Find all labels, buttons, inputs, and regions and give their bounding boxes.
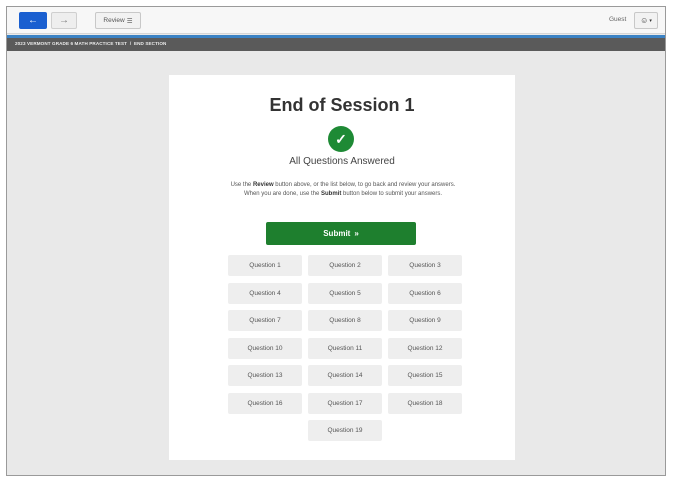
double-chevron-right-icon: » — [354, 229, 359, 238]
question-button[interactable]: Question 9 — [388, 310, 462, 331]
instructions: Use the Review button above, or the list… — [230, 182, 456, 197]
breadcrumb-separator: / — [129, 41, 132, 46]
question-button[interactable]: Question 2 — [308, 255, 382, 276]
app-window: ← → Review ☰ Guest ☺ ▾ 2023 VERMONT GRADE… — [6, 6, 666, 476]
checkmark-icon: ✓ — [328, 126, 354, 152]
forward-button[interactable]: → — [51, 12, 77, 29]
question-button[interactable]: Question 10 — [228, 337, 302, 359]
question-button[interactable]: Question 4 — [228, 282, 302, 304]
question-button[interactable]: Question 1 — [228, 255, 302, 276]
back-button[interactable]: ← — [19, 12, 47, 29]
question-button[interactable]: Question 5 — [308, 282, 382, 304]
question-button[interactable]: Question 19 — [308, 420, 382, 441]
review-keyword: Review — [252, 182, 274, 188]
user-icon: ☺ — [640, 16, 649, 25]
question-button[interactable]: Question 7 — [228, 310, 302, 331]
question-button[interactable]: Question 3 — [388, 255, 462, 276]
end-session-card: End of Session 1 ✓ All Questions Answere… — [169, 75, 515, 460]
chevron-down-icon: ▾ — [649, 17, 652, 24]
review-button[interactable]: Review ☰ — [95, 12, 141, 29]
guest-label: Guest — [609, 16, 627, 23]
breadcrumb-section: END SECTION — [133, 41, 167, 46]
question-button[interactable]: Question 17 — [308, 392, 382, 414]
user-menu-button[interactable]: ☺ ▾ — [634, 12, 658, 29]
arrow-right-icon: → — [59, 15, 69, 26]
question-button[interactable]: Question 16 — [228, 392, 302, 414]
question-button[interactable]: Question 11 — [308, 337, 382, 359]
status-text: All Questions Answered — [289, 156, 395, 167]
review-label: Review — [103, 17, 125, 24]
submit-keyword: Submit — [321, 191, 342, 197]
submit-label: Submit — [323, 229, 351, 238]
toolbar: ← → Review ☰ Guest ☺ ▾ — [7, 7, 665, 34]
list-icon: ☰ — [126, 17, 133, 25]
question-button[interactable]: Question 8 — [308, 310, 382, 331]
question-button[interactable]: Question 15 — [388, 365, 462, 386]
breadcrumb: 2023 VERMONT GRADE 6 MATH PRACTICE TEST … — [7, 38, 665, 51]
submit-button[interactable]: Submit » — [266, 222, 416, 245]
arrow-left-icon: ← — [28, 15, 38, 26]
breadcrumb-test-name: 2023 VERMONT GRADE 6 MATH PRACTICE TEST — [15, 41, 128, 46]
question-button[interactable]: Question 14 — [308, 365, 382, 386]
question-button[interactable]: Question 18 — [388, 392, 462, 414]
question-button[interactable]: Question 12 — [388, 337, 462, 359]
page-title: End of Session 1 — [269, 95, 415, 115]
question-button[interactable]: Question 13 — [228, 365, 302, 386]
question-button[interactable]: Question 6 — [388, 282, 462, 304]
